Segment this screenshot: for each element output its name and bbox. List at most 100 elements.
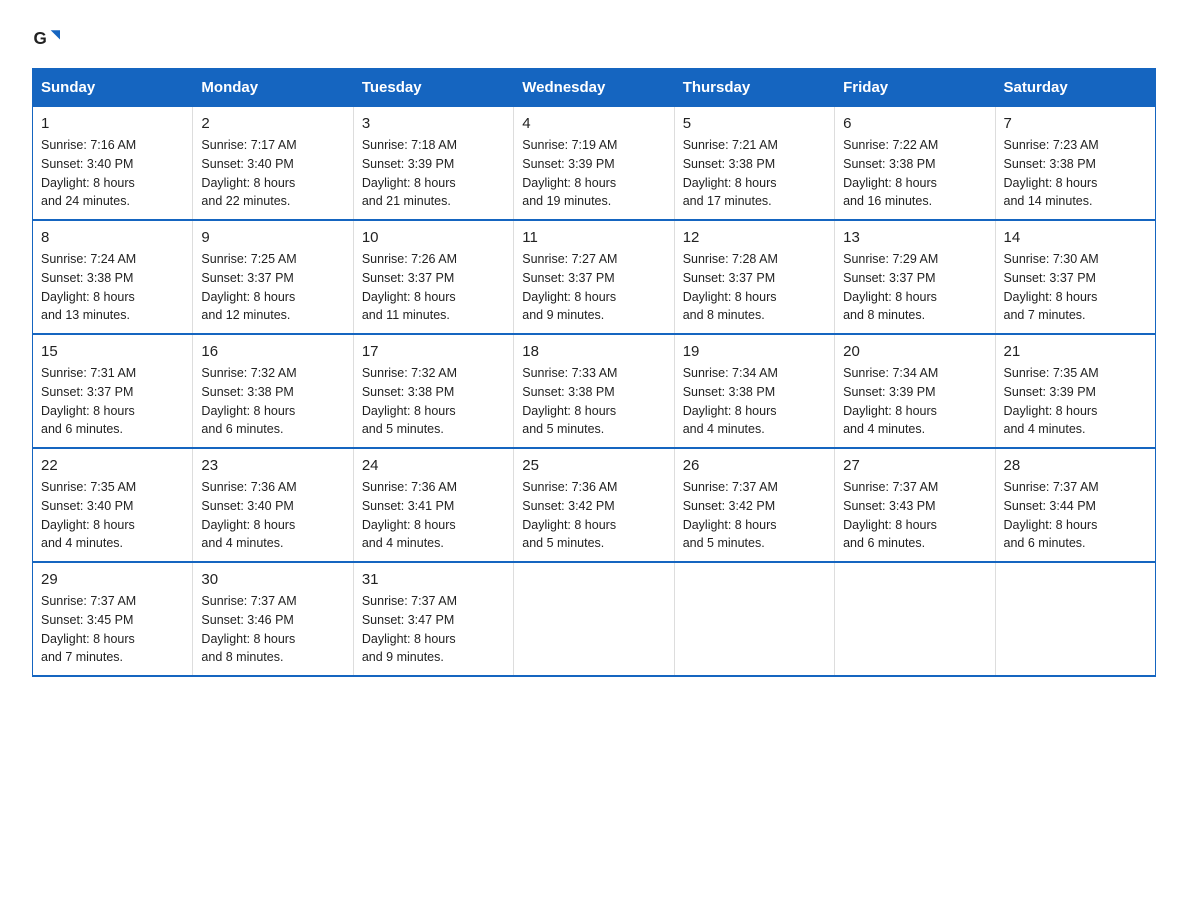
day-info: Sunrise: 7:25 AM Sunset: 3:37 PM Dayligh… — [201, 250, 344, 325]
day-number: 29 — [41, 571, 184, 588]
calendar-cell: 19 Sunrise: 7:34 AM Sunset: 3:38 PM Dayl… — [674, 334, 834, 448]
day-number: 13 — [843, 229, 986, 246]
day-number: 15 — [41, 343, 184, 360]
calendar-cell: 9 Sunrise: 7:25 AM Sunset: 3:37 PM Dayli… — [193, 220, 353, 334]
calendar-cell: 31 Sunrise: 7:37 AM Sunset: 3:47 PM Dayl… — [353, 562, 513, 676]
day-info: Sunrise: 7:24 AM Sunset: 3:38 PM Dayligh… — [41, 250, 184, 325]
logo-icon: G — [32, 24, 60, 52]
calendar-cell: 16 Sunrise: 7:32 AM Sunset: 3:38 PM Dayl… — [193, 334, 353, 448]
week-row-3: 22 Sunrise: 7:35 AM Sunset: 3:40 PM Dayl… — [33, 448, 1156, 562]
header-tuesday: Tuesday — [353, 69, 513, 107]
day-info: Sunrise: 7:16 AM Sunset: 3:40 PM Dayligh… — [41, 136, 184, 211]
calendar-cell: 18 Sunrise: 7:33 AM Sunset: 3:38 PM Dayl… — [514, 334, 674, 448]
day-info: Sunrise: 7:33 AM Sunset: 3:38 PM Dayligh… — [522, 364, 665, 439]
week-row-2: 15 Sunrise: 7:31 AM Sunset: 3:37 PM Dayl… — [33, 334, 1156, 448]
week-row-4: 29 Sunrise: 7:37 AM Sunset: 3:45 PM Dayl… — [33, 562, 1156, 676]
day-info: Sunrise: 7:36 AM Sunset: 3:42 PM Dayligh… — [522, 478, 665, 553]
calendar-cell: 2 Sunrise: 7:17 AM Sunset: 3:40 PM Dayli… — [193, 107, 353, 221]
day-info: Sunrise: 7:34 AM Sunset: 3:39 PM Dayligh… — [843, 364, 986, 439]
day-number: 1 — [41, 115, 184, 132]
calendar-cell: 25 Sunrise: 7:36 AM Sunset: 3:42 PM Dayl… — [514, 448, 674, 562]
calendar-cell: 6 Sunrise: 7:22 AM Sunset: 3:38 PM Dayli… — [835, 107, 995, 221]
day-info: Sunrise: 7:37 AM Sunset: 3:42 PM Dayligh… — [683, 478, 826, 553]
header-monday: Monday — [193, 69, 353, 107]
day-info: Sunrise: 7:29 AM Sunset: 3:37 PM Dayligh… — [843, 250, 986, 325]
calendar-cell — [995, 562, 1155, 676]
calendar-table: Sunday Monday Tuesday Wednesday Thursday… — [32, 68, 1156, 677]
header-wednesday: Wednesday — [514, 69, 674, 107]
day-info: Sunrise: 7:21 AM Sunset: 3:38 PM Dayligh… — [683, 136, 826, 211]
day-number: 12 — [683, 229, 826, 246]
day-number: 18 — [522, 343, 665, 360]
day-number: 26 — [683, 457, 826, 474]
calendar-cell: 29 Sunrise: 7:37 AM Sunset: 3:45 PM Dayl… — [33, 562, 193, 676]
day-info: Sunrise: 7:37 AM Sunset: 3:44 PM Dayligh… — [1004, 478, 1147, 553]
svg-text:G: G — [34, 29, 47, 48]
day-number: 17 — [362, 343, 505, 360]
day-number: 5 — [683, 115, 826, 132]
day-number: 7 — [1004, 115, 1147, 132]
day-info: Sunrise: 7:35 AM Sunset: 3:39 PM Dayligh… — [1004, 364, 1147, 439]
day-info: Sunrise: 7:27 AM Sunset: 3:37 PM Dayligh… — [522, 250, 665, 325]
day-info: Sunrise: 7:37 AM Sunset: 3:47 PM Dayligh… — [362, 592, 505, 667]
calendar-cell: 22 Sunrise: 7:35 AM Sunset: 3:40 PM Dayl… — [33, 448, 193, 562]
day-number: 4 — [522, 115, 665, 132]
calendar-cell: 20 Sunrise: 7:34 AM Sunset: 3:39 PM Dayl… — [835, 334, 995, 448]
day-info: Sunrise: 7:17 AM Sunset: 3:40 PM Dayligh… — [201, 136, 344, 211]
header-sunday: Sunday — [33, 69, 193, 107]
calendar-cell: 10 Sunrise: 7:26 AM Sunset: 3:37 PM Dayl… — [353, 220, 513, 334]
day-number: 27 — [843, 457, 986, 474]
day-number: 3 — [362, 115, 505, 132]
day-info: Sunrise: 7:23 AM Sunset: 3:38 PM Dayligh… — [1004, 136, 1147, 211]
logo: G — [32, 24, 64, 52]
day-info: Sunrise: 7:34 AM Sunset: 3:38 PM Dayligh… — [683, 364, 826, 439]
day-number: 28 — [1004, 457, 1147, 474]
day-info: Sunrise: 7:26 AM Sunset: 3:37 PM Dayligh… — [362, 250, 505, 325]
calendar-cell: 15 Sunrise: 7:31 AM Sunset: 3:37 PM Dayl… — [33, 334, 193, 448]
header-saturday: Saturday — [995, 69, 1155, 107]
day-info: Sunrise: 7:31 AM Sunset: 3:37 PM Dayligh… — [41, 364, 184, 439]
header-thursday: Thursday — [674, 69, 834, 107]
day-number: 31 — [362, 571, 505, 588]
calendar-cell: 30 Sunrise: 7:37 AM Sunset: 3:46 PM Dayl… — [193, 562, 353, 676]
calendar-cell: 12 Sunrise: 7:28 AM Sunset: 3:37 PM Dayl… — [674, 220, 834, 334]
day-number: 25 — [522, 457, 665, 474]
day-number: 22 — [41, 457, 184, 474]
day-info: Sunrise: 7:37 AM Sunset: 3:46 PM Dayligh… — [201, 592, 344, 667]
calendar-cell: 5 Sunrise: 7:21 AM Sunset: 3:38 PM Dayli… — [674, 107, 834, 221]
week-row-0: 1 Sunrise: 7:16 AM Sunset: 3:40 PM Dayli… — [33, 107, 1156, 221]
day-number: 6 — [843, 115, 986, 132]
calendar-cell: 11 Sunrise: 7:27 AM Sunset: 3:37 PM Dayl… — [514, 220, 674, 334]
calendar-cell: 8 Sunrise: 7:24 AM Sunset: 3:38 PM Dayli… — [33, 220, 193, 334]
day-number: 2 — [201, 115, 344, 132]
calendar-cell: 26 Sunrise: 7:37 AM Sunset: 3:42 PM Dayl… — [674, 448, 834, 562]
calendar-cell: 14 Sunrise: 7:30 AM Sunset: 3:37 PM Dayl… — [995, 220, 1155, 334]
calendar-cell: 28 Sunrise: 7:37 AM Sunset: 3:44 PM Dayl… — [995, 448, 1155, 562]
day-info: Sunrise: 7:18 AM Sunset: 3:39 PM Dayligh… — [362, 136, 505, 211]
day-info: Sunrise: 7:22 AM Sunset: 3:38 PM Dayligh… — [843, 136, 986, 211]
day-number: 21 — [1004, 343, 1147, 360]
calendar-cell: 21 Sunrise: 7:35 AM Sunset: 3:39 PM Dayl… — [995, 334, 1155, 448]
day-number: 20 — [843, 343, 986, 360]
calendar-cell: 3 Sunrise: 7:18 AM Sunset: 3:39 PM Dayli… — [353, 107, 513, 221]
day-number: 14 — [1004, 229, 1147, 246]
day-number: 9 — [201, 229, 344, 246]
day-number: 19 — [683, 343, 826, 360]
calendar-cell: 24 Sunrise: 7:36 AM Sunset: 3:41 PM Dayl… — [353, 448, 513, 562]
day-info: Sunrise: 7:19 AM Sunset: 3:39 PM Dayligh… — [522, 136, 665, 211]
calendar-cell: 1 Sunrise: 7:16 AM Sunset: 3:40 PM Dayli… — [33, 107, 193, 221]
day-number: 16 — [201, 343, 344, 360]
day-number: 11 — [522, 229, 665, 246]
day-number: 24 — [362, 457, 505, 474]
calendar-cell — [514, 562, 674, 676]
page-header: G — [32, 24, 1156, 52]
day-info: Sunrise: 7:36 AM Sunset: 3:41 PM Dayligh… — [362, 478, 505, 553]
day-info: Sunrise: 7:36 AM Sunset: 3:40 PM Dayligh… — [201, 478, 344, 553]
calendar-cell — [674, 562, 834, 676]
day-info: Sunrise: 7:30 AM Sunset: 3:37 PM Dayligh… — [1004, 250, 1147, 325]
day-number: 8 — [41, 229, 184, 246]
calendar-body: 1 Sunrise: 7:16 AM Sunset: 3:40 PM Dayli… — [33, 107, 1156, 677]
day-info: Sunrise: 7:35 AM Sunset: 3:40 PM Dayligh… — [41, 478, 184, 553]
calendar-cell: 7 Sunrise: 7:23 AM Sunset: 3:38 PM Dayli… — [995, 107, 1155, 221]
week-row-1: 8 Sunrise: 7:24 AM Sunset: 3:38 PM Dayli… — [33, 220, 1156, 334]
